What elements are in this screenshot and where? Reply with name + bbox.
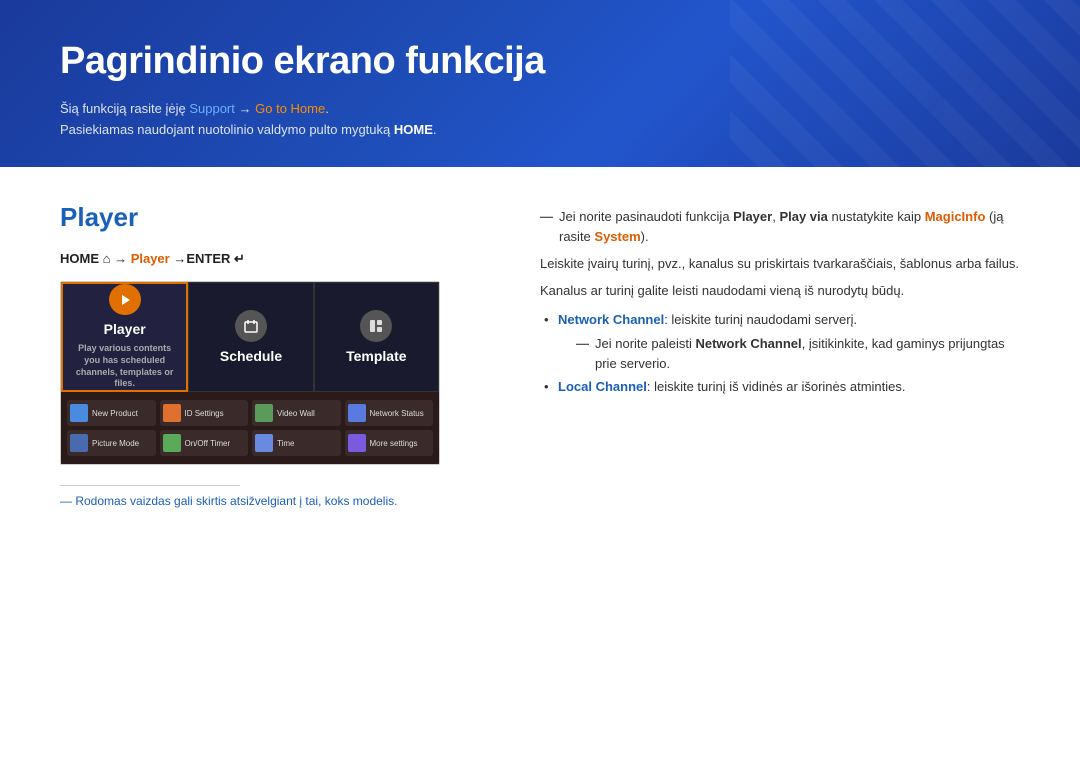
dash-system: System <box>594 229 640 244</box>
new-product-icon <box>70 404 88 422</box>
network-channel-label: Network Channel <box>558 312 664 327</box>
mini-btn-time[interactable]: Time <box>252 430 341 456</box>
section-title: Player <box>60 202 480 233</box>
template-icon <box>360 310 392 342</box>
text-line-1: Leiskite įvairų turinį, pvz., kanalus su… <box>540 254 1020 275</box>
support-link[interactable]: Support <box>189 101 235 116</box>
mini-btn-id-settings[interactable]: ID Settings <box>160 400 249 426</box>
bullet1-text: : leiskite turinį naudodami serverį. <box>664 312 857 327</box>
divider <box>60 485 240 486</box>
nav-path: HOME ⌂ → Player →ENTER ↵ <box>60 251 480 267</box>
screenshot-mockup: Player Play various contents you has sch… <box>60 281 440 465</box>
bullet-local-channel: Local Channel: leiskite turinį iš vidinė… <box>540 377 1020 398</box>
right-column: — Jei norite pasinaudoti funkcija Player… <box>540 202 1020 730</box>
screenshot-bottom-bar: New Product ID Settings Video Wall Netwo… <box>61 392 439 464</box>
mini-label-video-wall: Video Wall <box>277 409 315 418</box>
mini-label-network-status: Network Status <box>370 409 424 418</box>
sub-dash-note: — Jei norite paleisti Network Channel, į… <box>558 334 1020 373</box>
subtitle1-prefix: Šią funkciją rasite įėję <box>60 101 189 116</box>
sub-dash-nc: Network Channel <box>695 336 801 351</box>
bullet2-text: : leiskite turinį iš vidinės ar išorinės… <box>647 379 906 394</box>
mini-btn-picture-mode[interactable]: Picture Mode <box>67 430 156 456</box>
sub-dash-prefix: Jei norite paleisti <box>595 336 692 351</box>
bullet-list: Network Channel: leiskite turinį naudoda… <box>540 310 1020 399</box>
mini-btn-network-status[interactable]: Network Status <box>345 400 434 426</box>
left-column: Player HOME ⌂ → Player →ENTER ↵ Player P… <box>60 202 480 730</box>
picture-mode-icon <box>70 434 88 452</box>
mini-btn-video-wall[interactable]: Video Wall <box>252 400 341 426</box>
mini-label-id-settings: ID Settings <box>185 409 224 418</box>
template-tile-label: Template <box>346 348 406 364</box>
header-subtitle-2: Pasiekiamas naudojant nuotolinio valdymo… <box>60 122 1020 137</box>
mini-label-time: Time <box>277 439 294 448</box>
player-tile-subtitle: Play various contents you has scheduled … <box>63 343 186 390</box>
header-subtitle-1: Šią funkciją rasite įėję Support → Go to… <box>60 101 1020 116</box>
bullet-network-channel: Network Channel: leiskite turinį naudoda… <box>540 310 1020 374</box>
nav-player-label: Player <box>131 251 170 266</box>
header-banner: Pagrindinio ekrano funkcija Šią funkciją… <box>0 0 1080 167</box>
nav-enter: →ENTER ↵ <box>170 251 245 266</box>
video-wall-icon <box>255 404 273 422</box>
mini-btn-more-settings[interactable]: More settings <box>345 430 434 456</box>
more-settings-icon <box>348 434 366 452</box>
local-channel-label: Local Channel <box>558 379 647 394</box>
on-off-timer-icon <box>163 434 181 452</box>
player-tile-label: Player <box>104 321 146 337</box>
id-settings-icon <box>163 404 181 422</box>
schedule-tile-label: Schedule <box>220 348 282 364</box>
go-to-home-link[interactable]: Go to Home <box>255 101 325 116</box>
mini-btn-new-product[interactable]: New Product <box>67 400 156 426</box>
mini-label-more-settings: More settings <box>370 439 418 448</box>
mini-label-on-off-timer: On/Off Timer <box>185 439 231 448</box>
dash-play-via: Play via <box>779 209 827 224</box>
intro-dash-note: — Jei norite pasinaudoti funkcija Player… <box>540 207 1020 246</box>
player-tile[interactable]: Player Play various contents you has sch… <box>61 282 188 392</box>
mini-label-new-product: New Product <box>92 409 138 418</box>
network-status-icon <box>348 404 366 422</box>
mini-btn-on-off-timer[interactable]: On/Off Timer <box>160 430 249 456</box>
template-tile[interactable]: Template <box>314 282 439 392</box>
footnote: — Rodomas vaizdas gali skirtis atsižvelg… <box>60 494 480 508</box>
player-icon <box>109 284 141 315</box>
dash-note-prefix: Jei norite pasinaudoti funkcija <box>559 209 733 224</box>
page-title: Pagrindinio ekrano funkcija <box>60 40 1020 83</box>
schedule-tile[interactable]: Schedule <box>188 282 313 392</box>
schedule-icon <box>235 310 267 342</box>
screenshot-tiles: Player Play various contents you has sch… <box>61 282 439 392</box>
time-icon <box>255 434 273 452</box>
text-line-2: Kanalus ar turinį galite leisti naudodam… <box>540 281 1020 302</box>
main-content: Player HOME ⌂ → Player →ENTER ↵ Player P… <box>0 167 1080 770</box>
nav-home: HOME ⌂ → <box>60 251 131 266</box>
dash-player: Player <box>733 209 772 224</box>
mini-label-picture-mode: Picture Mode <box>92 439 139 448</box>
dash-magicinfo: MagicInfo <box>925 209 986 224</box>
